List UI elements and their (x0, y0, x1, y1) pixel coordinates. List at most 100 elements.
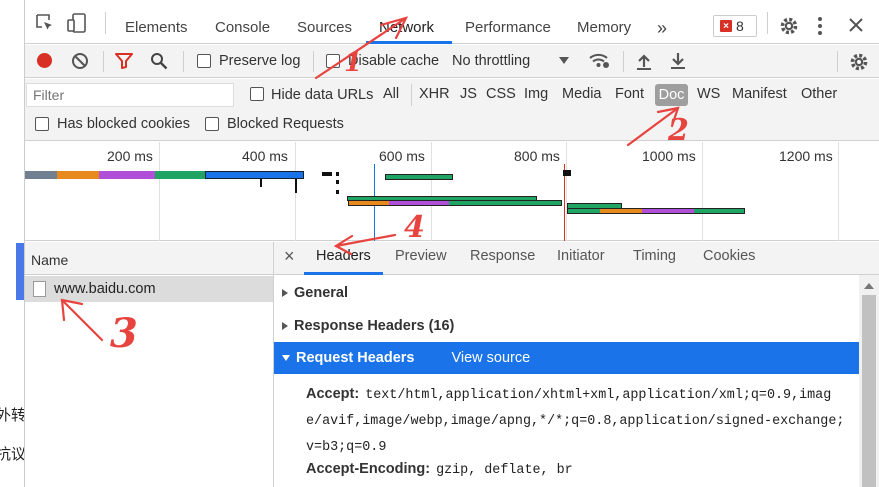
filter-type-doc[interactable]: Doc (655, 84, 688, 106)
timeline-bar (348, 200, 562, 206)
details-tab-cookies[interactable]: Cookies (703, 248, 755, 264)
tabbar-divider-2 (767, 12, 768, 34)
filter-type-css[interactable]: CSS (486, 86, 516, 102)
filter-type-manifest[interactable]: Manifest (732, 86, 787, 102)
request-name: www.baidu.com (54, 281, 156, 297)
header-name: Accept: (306, 386, 360, 402)
throttling-select[interactable]: No throttling (452, 53, 530, 69)
filter-type-other[interactable]: Other (801, 86, 837, 102)
export-har-icon[interactable] (670, 51, 686, 69)
details-tab-response[interactable]: Response (470, 248, 535, 264)
request-list: Name www.baidu.com (25, 242, 273, 487)
tab-network-underline (366, 41, 452, 44)
timeline-gridline (431, 142, 432, 241)
tab-console[interactable]: Console (215, 0, 270, 44)
page-accent-bar (16, 243, 24, 300)
section-response-headers-label: Response Headers (16) (294, 318, 455, 334)
import-har-icon[interactable] (636, 52, 652, 70)
device-toolbar-icon[interactable] (67, 13, 89, 33)
error-icon: × (720, 20, 732, 32)
timeline-gridline (159, 142, 160, 241)
preserve-log-checkbox[interactable] (197, 54, 211, 68)
details-tab-timing[interactable]: Timing (633, 248, 676, 264)
collapse-triangle-icon (282, 355, 290, 361)
filter-type-img[interactable]: Img (524, 86, 548, 102)
timeline-tick-mark (336, 180, 339, 184)
details-tab-initiator[interactable]: Initiator (557, 248, 605, 264)
network-toolbar: Preserve log Disable cache No throttling (25, 45, 879, 78)
section-request-headers-label: Request Headers (296, 350, 415, 366)
network-conditions-icon[interactable] (588, 51, 610, 69)
filter-input[interactable] (26, 83, 234, 107)
blocked-requests-label: Blocked Requests (227, 116, 344, 132)
filter-funnel-icon[interactable] (115, 53, 133, 69)
blocked-requests-checkbox[interactable] (205, 117, 219, 131)
clear-icon[interactable] (71, 52, 89, 70)
preserve-log-label: Preserve log (219, 53, 301, 69)
scrollbar-up-arrow[interactable] (864, 283, 874, 289)
filter-type-ws[interactable]: WS (697, 86, 720, 102)
request-row[interactable]: www.baidu.com (25, 276, 273, 302)
toolbar-divider (623, 51, 624, 72)
header-accept: Accept: text/html,application/xhtml+xml,a… (306, 380, 858, 461)
filter-type-font[interactable]: Font (615, 86, 644, 102)
annotation-number-2: 2 (668, 113, 689, 148)
network-settings-gear-icon[interactable] (849, 52, 869, 72)
details-tab-preview[interactable]: Preview (395, 248, 447, 264)
close-details-icon[interactable]: × (284, 246, 295, 267)
tab-elements[interactable]: Elements (125, 0, 188, 44)
blocked-cookies-label: Has blocked cookies (57, 116, 190, 132)
tab-network[interactable]: Network (379, 0, 434, 44)
timeline-overview[interactable]: 200 ms 400 ms 600 ms 800 ms 1000 ms 1200… (25, 142, 879, 241)
header-name: Accept-Encoding: (306, 461, 431, 477)
throttling-dropdown-icon[interactable] (559, 57, 569, 64)
tab-performance[interactable]: Performance (465, 0, 551, 44)
section-response-headers[interactable]: Response Headers (16) (282, 318, 454, 334)
timeline-tick-mark (322, 172, 332, 176)
page-left-strip: 外转 抗议 (0, 0, 27, 487)
filter-divider (411, 84, 412, 106)
tab-memory[interactable]: Memory (577, 0, 631, 44)
timeline-tick-label: 200 ms (107, 148, 153, 164)
blocked-cookies-checkbox[interactable] (35, 117, 49, 131)
timeline-tick-label: 400 ms (242, 148, 288, 164)
toolbar-divider (183, 51, 184, 72)
filter-type-media[interactable]: Media (562, 86, 602, 102)
error-badge[interactable]: × 8 (713, 15, 757, 37)
section-request-headers[interactable]: Request Headers View source (274, 342, 859, 374)
more-tabs-button[interactable]: » (657, 0, 667, 44)
timeline-tick-mark (260, 179, 262, 187)
scrollbar-thumb[interactable] (862, 295, 876, 487)
inspect-element-icon[interactable] (35, 13, 55, 33)
header-accept-encoding: Accept-Encoding: gzip, deflate, br (306, 459, 858, 480)
toolbar-divider (103, 51, 104, 72)
search-icon[interactable] (150, 52, 168, 70)
timeline-gridline (838, 142, 839, 241)
section-general[interactable]: General (282, 285, 348, 301)
document-icon (33, 281, 46, 297)
toolbar-divider (313, 51, 314, 72)
timeline-tick-mark (336, 172, 339, 176)
header-value-line: text/html,application/xhtml+xml,applicat… (365, 388, 832, 403)
more-options-icon[interactable] (817, 16, 823, 36)
request-list-header[interactable]: Name (25, 242, 273, 275)
expand-triangle-icon (282, 289, 288, 297)
close-devtools-icon[interactable] (849, 18, 863, 32)
filter-type-js[interactable]: JS (460, 86, 477, 102)
timeline-tick-mark (295, 179, 297, 193)
details-tab-headers[interactable]: Headers (316, 248, 371, 264)
disable-cache-checkbox[interactable] (326, 54, 340, 68)
scrollbar-track[interactable] (859, 275, 879, 487)
view-source-link[interactable]: View source (451, 350, 530, 366)
filter-type-all[interactable]: All (383, 86, 399, 102)
annotation-number-4: 4 (404, 210, 425, 245)
timeline-tick-mark (336, 190, 339, 194)
filter-type-xhr[interactable]: XHR (419, 86, 450, 102)
page-text-2: 抗议 (0, 446, 27, 463)
settings-gear-icon[interactable] (779, 16, 799, 36)
hide-data-urls-checkbox[interactable] (250, 87, 264, 101)
tabbar-divider (105, 12, 106, 34)
timeline-tick-label: 800 ms (514, 148, 560, 164)
record-icon[interactable] (37, 53, 52, 68)
tab-sources[interactable]: Sources (297, 0, 352, 44)
